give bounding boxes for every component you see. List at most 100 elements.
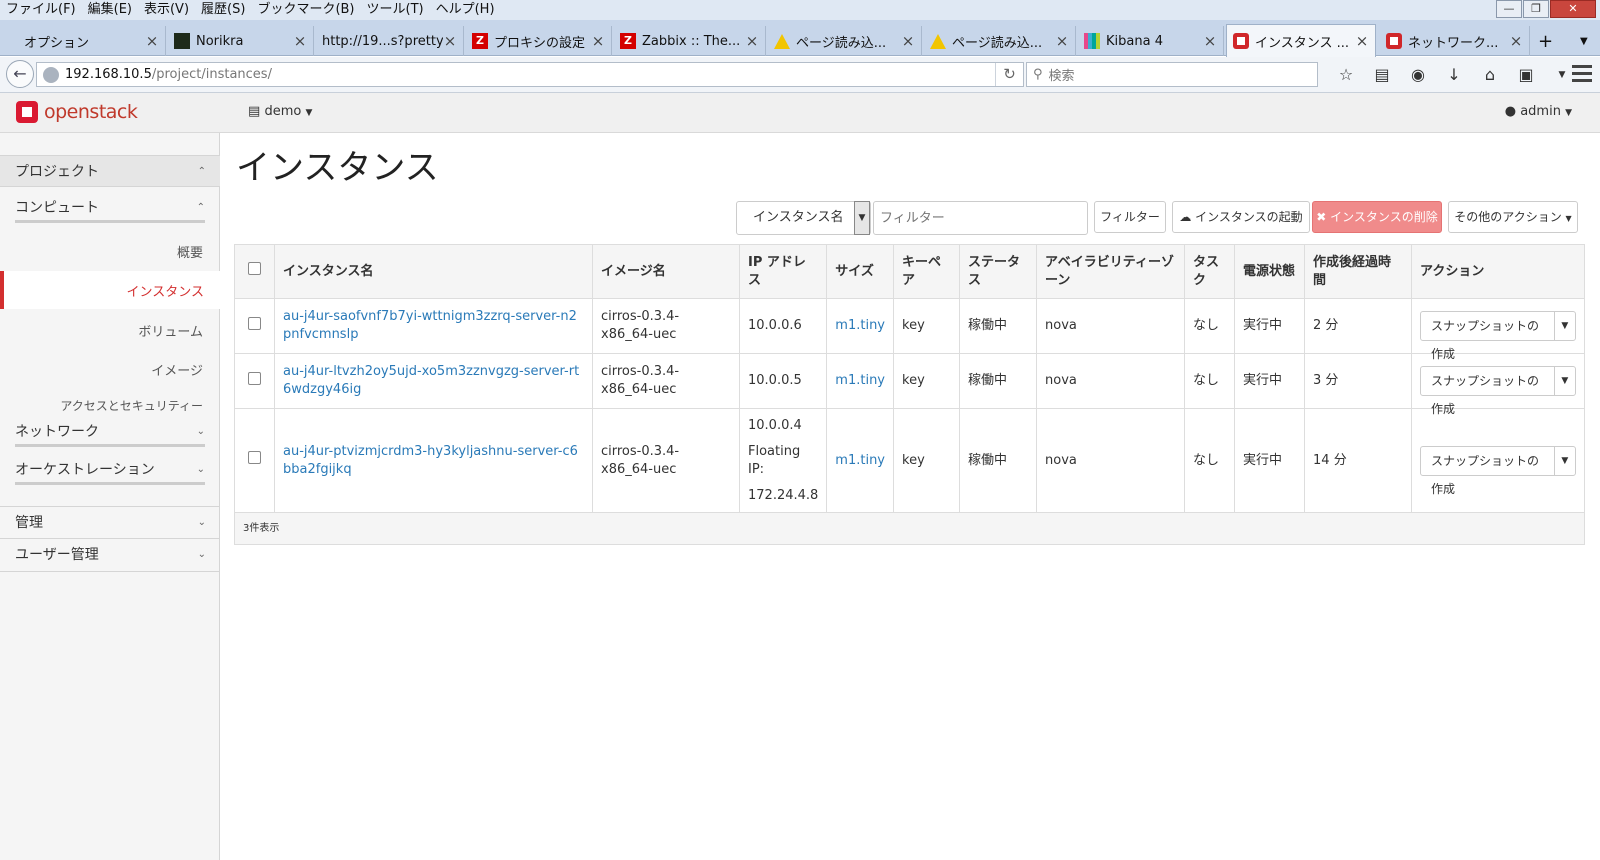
reading-list-icon[interactable]: ▤ — [1364, 63, 1400, 87]
column-header-status[interactable]: ステータス — [959, 244, 1038, 299]
sidebar-item-access-security[interactable]: アクセスとセキュリティー — [60, 397, 203, 414]
maximize-icon[interactable]: ❐ — [1523, 0, 1549, 18]
create-snapshot-button[interactable]: スナップショットの作成 — [1421, 312, 1555, 361]
tab-elasticsearch[interactable]: http://19...s?pretty × — [316, 26, 464, 56]
column-header-size[interactable]: サイズ — [826, 244, 895, 299]
tab-page-loading-1[interactable]: ページ読み込... × — [768, 26, 922, 56]
menu-bookmarks[interactable]: ブックマーク(B) — [251, 0, 360, 20]
snapshot-button-group: スナップショットの作成 ▼ — [1420, 445, 1576, 496]
hamburger-menu-icon[interactable] — [1572, 65, 1592, 83]
search-input[interactable]: ⚲ 検索 — [1026, 62, 1318, 87]
image-name-cell: cirros-0.3.4-x86_64-uec — [592, 353, 740, 409]
sidebar-network[interactable]: ネットワーク ⌄ — [15, 417, 205, 447]
more-actions-button[interactable]: その他のアクション ▼ — [1448, 201, 1578, 233]
close-tab-icon[interactable]: × — [1509, 32, 1523, 50]
filter-field-select[interactable]: インスタンス名 ▼ — [736, 201, 871, 235]
delete-instances-button[interactable]: ✖ インスタンスの削除 — [1312, 201, 1442, 233]
power-state-cell: 実行中 — [1234, 408, 1306, 513]
menu-history[interactable]: 履歴(S) — [195, 0, 251, 20]
menu-view[interactable]: 表示(V) — [138, 0, 195, 20]
filter-input[interactable] — [873, 201, 1088, 235]
tab-page-loading-2[interactable]: ページ読み込... × — [924, 26, 1076, 56]
close-tab-icon[interactable]: × — [1055, 32, 1069, 50]
instance-name-link[interactable]: au-j4ur-ltvzh2oy5ujd-xo5m3zznvgzg-server… — [283, 364, 579, 397]
tab-list-icon[interactable]: ▼ — [1574, 26, 1596, 56]
sidebar-identity[interactable]: ユーザー管理 ⌄ — [0, 539, 220, 571]
user-menu[interactable]: ● admin ▼ — [1505, 104, 1572, 119]
menu-help[interactable]: ヘルプ(H) — [430, 0, 501, 20]
close-tab-icon[interactable]: × — [1203, 32, 1217, 50]
sidebar-orchestration[interactable]: オーケストレーション ⌄ — [15, 455, 205, 485]
tab-label: Kibana 4 — [1106, 33, 1163, 49]
close-tab-icon[interactable]: × — [443, 32, 457, 50]
column-header-task[interactable]: タスク — [1184, 244, 1236, 299]
chevron-down-icon[interactable]: ▼ — [854, 201, 870, 235]
filter-button[interactable]: フィルター — [1094, 201, 1166, 233]
flavor-link[interactable]: m1.tiny — [835, 373, 885, 388]
instance-name-link[interactable]: au-j4ur-saofvnf7b7yi-wttnigm3zzrq-server… — [283, 309, 577, 342]
menu-file[interactable]: ファイル(F) — [0, 0, 82, 20]
new-tab-icon[interactable]: + — [1532, 26, 1558, 56]
download-icon[interactable]: ↓ — [1436, 63, 1472, 87]
chevron-down-icon: ⌄ — [196, 426, 205, 437]
column-header-ip[interactable]: IP アドレス — [738, 244, 828, 299]
sidebar-item-instances[interactable]: インスタンス — [0, 271, 220, 309]
url-bar[interactable]: 192.168.10.5/project/instances/ ↻ — [36, 62, 1024, 87]
close-tab-icon[interactable]: × — [1355, 32, 1369, 50]
openstack-logo[interactable]: openstack — [16, 101, 138, 123]
sidebar-admin[interactable]: 管理 ⌄ — [0, 507, 220, 539]
create-snapshot-button[interactable]: スナップショットの作成 — [1421, 367, 1555, 416]
tab-norikra[interactable]: Norikra × — [168, 26, 314, 56]
tab-zabbix[interactable]: Z Zabbix :: The... × — [614, 26, 766, 56]
close-tab-icon[interactable]: × — [745, 32, 759, 50]
home-icon[interactable]: ⌂ — [1472, 63, 1508, 87]
sidebar-item-overview[interactable]: 概要 — [177, 242, 203, 261]
flavor-link[interactable]: m1.tiny — [835, 453, 885, 468]
bookmark-star-icon[interactable]: ☆ — [1328, 63, 1364, 87]
select-all-checkbox[interactable] — [248, 262, 261, 275]
project-selector[interactable]: ▤ demo ▼ — [248, 104, 312, 119]
column-header-name[interactable]: インスタンス名 — [274, 244, 593, 299]
sidebar-item-images[interactable]: イメージ — [151, 360, 203, 379]
flavor-link[interactable]: m1.tiny — [835, 318, 885, 333]
instance-name-link[interactable]: au-j4ur-ptvizmjcrdm3-hy3kyljashnu-server… — [283, 444, 578, 477]
kibana-icon — [1084, 33, 1100, 49]
sidebar-project[interactable]: プロジェクト ⌃ — [0, 155, 220, 187]
row-checkbox[interactable] — [248, 451, 261, 464]
close-tab-icon[interactable]: × — [901, 32, 915, 50]
caret-down-icon[interactable]: ▼ — [1555, 312, 1575, 340]
menu-tools[interactable]: ツール(T) — [361, 0, 430, 20]
close-tab-icon[interactable]: × — [293, 32, 307, 50]
floating-ip-label: Floating IP: — [748, 443, 801, 477]
caret-down-icon[interactable]: ▼ — [1555, 447, 1575, 475]
create-snapshot-button[interactable]: スナップショットの作成 — [1421, 446, 1555, 496]
close-tab-icon[interactable]: × — [145, 32, 159, 50]
caret-down-icon: ▼ — [1565, 108, 1572, 118]
row-checkbox[interactable] — [248, 371, 261, 385]
back-arrow-icon[interactable]: ← — [6, 60, 34, 88]
launch-instance-button[interactable]: ☁ インスタンスの起動 — [1172, 201, 1310, 233]
tab-network[interactable]: ネットワーク... × — [1380, 26, 1530, 56]
sidebar-item-volumes[interactable]: ボリューム — [138, 321, 203, 340]
row-checkbox[interactable] — [248, 316, 261, 330]
column-header-age[interactable]: 作成後経過時間 — [1304, 244, 1413, 299]
column-header-power[interactable]: 電源状態 — [1234, 244, 1306, 299]
close-window-icon[interactable]: ✕ — [1550, 0, 1596, 18]
caret-down-icon[interactable]: ▼ — [1555, 367, 1575, 395]
tab-instances[interactable]: インスタンス ... × — [1226, 24, 1376, 57]
reload-icon[interactable]: ↻ — [995, 63, 1023, 86]
screenshot-icon[interactable]: ▣ — [1508, 63, 1544, 87]
close-tab-icon[interactable]: × — [591, 32, 605, 50]
column-header-keypair[interactable]: キーペア — [893, 244, 961, 299]
column-header-az[interactable]: アベイラビリティーゾーン — [1036, 244, 1186, 299]
task-cell: なし — [1184, 353, 1236, 409]
tab-options[interactable]: オプション × — [0, 26, 166, 56]
menu-edit[interactable]: 編集(E) — [82, 0, 138, 20]
tab-kibana[interactable]: Kibana 4 × — [1078, 26, 1224, 56]
column-header-image[interactable]: イメージ名 — [592, 244, 740, 299]
age-cell: 14 分 — [1304, 408, 1413, 513]
pocket-icon[interactable]: ◉ — [1400, 63, 1436, 87]
sidebar-compute[interactable]: コンピュート ⌃ — [15, 193, 205, 223]
minimize-icon[interactable]: — — [1496, 0, 1522, 18]
tab-proxy-settings[interactable]: Z プロキシの設定 × — [466, 26, 612, 56]
